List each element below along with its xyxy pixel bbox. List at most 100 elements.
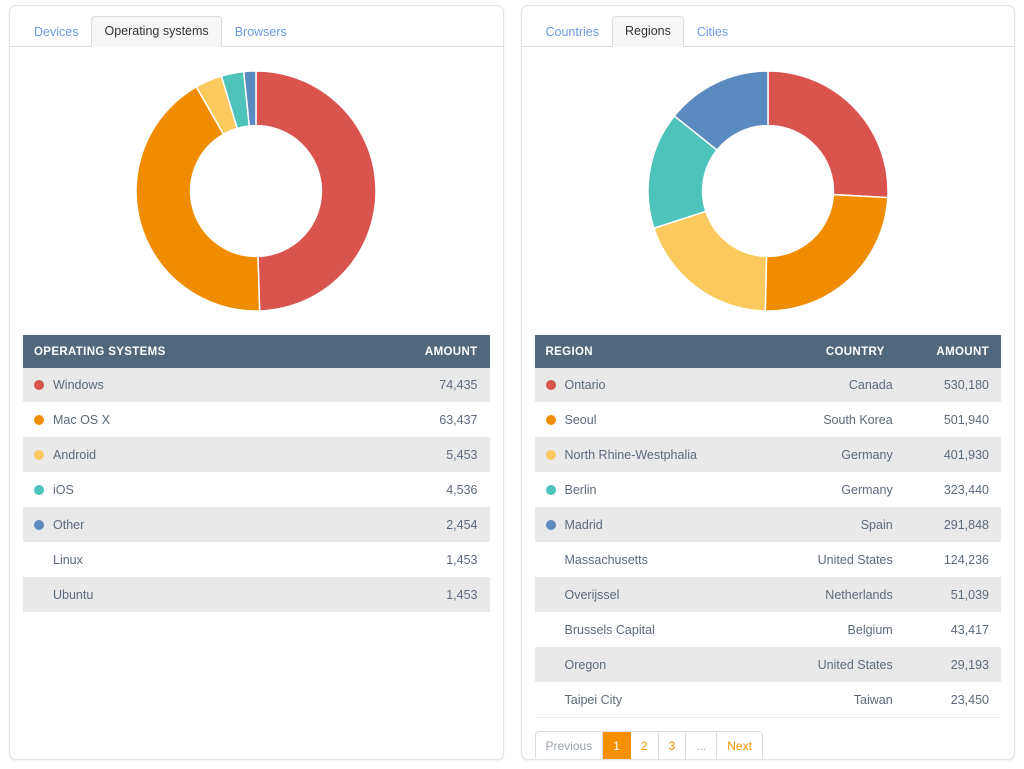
row-label: Berlin	[565, 483, 597, 497]
tab-browsers[interactable]: Browsers	[222, 17, 300, 47]
table-row[interactable]: North Rhine-WestphaliaGermany401,930	[535, 438, 1002, 473]
pagination-3[interactable]: 3	[659, 732, 687, 760]
column-header-country[interactable]: COUNTRY	[772, 335, 896, 368]
cell-name: Android	[23, 438, 335, 473]
row-label: iOS	[53, 483, 74, 497]
table-row[interactable]: MadridSpain291,848	[535, 508, 1002, 543]
name-with-legend-dot: Brussels Capital	[546, 623, 763, 637]
name-with-legend-dot: Other	[34, 518, 325, 532]
row-label: Ontario	[565, 378, 606, 392]
pagination-next[interactable]: Next	[717, 732, 762, 760]
cell-name: Oregon	[535, 648, 773, 683]
name-with-legend-dot: Android	[34, 448, 325, 462]
table-row[interactable]: OregonUnited States29,193	[535, 648, 1002, 683]
column-header-amount[interactable]: AMOUNT	[897, 335, 1001, 368]
cell-amount: 501,940	[897, 403, 1001, 438]
donut-svg-left	[132, 67, 380, 315]
table-head: OPERATING SYSTEMS AMOUNT	[23, 335, 490, 368]
cell-name: iOS	[23, 473, 335, 508]
row-label: Oregon	[565, 658, 607, 672]
table-header-row: REGION COUNTRY AMOUNT	[535, 335, 1002, 368]
donut-segment-windows[interactable]	[256, 71, 376, 311]
legend-dot-placeholder-icon	[546, 660, 556, 670]
tab-operating-systems[interactable]: Operating systems	[91, 16, 221, 47]
operating-systems-panel: DevicesOperating systemsBrowsers OPERATI…	[9, 5, 504, 760]
name-with-legend-dot: Overijssel	[546, 588, 763, 602]
column-header-region[interactable]: REGION	[535, 335, 773, 368]
table-row[interactable]: Windows 74,435	[23, 368, 490, 403]
tab-regions[interactable]: Regions	[612, 16, 684, 47]
table-row[interactable]: MassachusettsUnited States124,236	[535, 543, 1002, 578]
table-row[interactable]: Android5,453	[23, 438, 490, 473]
cell-country: South Korea	[772, 403, 896, 438]
pagination-previous[interactable]: Previous	[536, 732, 604, 760]
pagination-1[interactable]: 1	[603, 732, 631, 760]
cell-amount: 401,930	[897, 438, 1001, 473]
row-label: Other	[53, 518, 84, 532]
table-row[interactable]: Ubuntu1,453	[23, 578, 490, 613]
table-row[interactable]: Seoul South Korea501,940	[535, 403, 1002, 438]
legend-color-dot-icon	[546, 380, 556, 390]
table-row[interactable]: OverijsselNetherlands51,039	[535, 578, 1002, 613]
row-label: Ubuntu	[53, 588, 93, 602]
column-header-operating-systems[interactable]: OPERATING SYSTEMS	[23, 335, 335, 368]
name-with-legend-dot: Massachusetts	[546, 553, 763, 567]
table-row[interactable]: iOS4,536	[23, 473, 490, 508]
legend-color-dot-icon	[34, 450, 44, 460]
cell-amount: 63,437	[335, 403, 490, 438]
cell-country: Taiwan	[772, 683, 896, 718]
cell-name: Brussels Capital	[535, 613, 773, 648]
right-tab-bar: CountriesRegionsCities	[522, 6, 1015, 47]
table-row[interactable]: Linux1,453	[23, 543, 490, 578]
legend-color-dot-icon	[34, 380, 44, 390]
cell-name: Overijssel	[535, 578, 773, 613]
cell-amount: 23,450	[897, 683, 1001, 718]
name-with-legend-dot: Windows	[34, 378, 325, 392]
tab-countries[interactable]: Countries	[533, 17, 613, 47]
cell-name: North Rhine-Westphalia	[535, 438, 773, 473]
cell-name: Ontario	[535, 368, 773, 403]
cell-name: Seoul	[535, 403, 773, 438]
pagination-2[interactable]: 2	[631, 732, 659, 760]
cell-amount: 124,236	[897, 543, 1001, 578]
table-row[interactable]: OntarioCanada530,180	[535, 368, 1002, 403]
legend-dot-placeholder-icon	[34, 555, 44, 565]
cell-amount: 43,417	[897, 613, 1001, 648]
name-with-legend-dot: North Rhine-Westphalia	[546, 448, 763, 462]
table-row[interactable]: BerlinGermany323,440	[535, 473, 1002, 508]
name-with-legend-dot: Ontario	[546, 378, 763, 392]
operating-systems-donut-chart	[10, 47, 503, 335]
cell-amount: 2,454	[335, 508, 490, 543]
cell-name: Ubuntu	[23, 578, 335, 613]
donut-segment-north-rhine-westphalia[interactable]	[654, 211, 767, 311]
table-row[interactable]: Brussels CapitalBelgium43,417	[535, 613, 1002, 648]
cell-country: Spain	[772, 508, 896, 543]
donut-segment-ontario[interactable]	[768, 71, 888, 198]
name-with-legend-dot: Taipei City	[546, 693, 763, 707]
table-row[interactable]: Other 2,454	[23, 508, 490, 543]
cell-name: Windows	[23, 368, 335, 403]
row-label: Taipei City	[565, 693, 623, 707]
donut-segment-seoul[interactable]	[765, 195, 888, 311]
operating-systems-table-wrap: OPERATING SYSTEMS AMOUNT Windows 74,435Ma…	[23, 335, 490, 613]
table-row[interactable]: Mac OS X63,437	[23, 403, 490, 438]
cell-country: United States	[772, 648, 896, 683]
cell-name: Massachusetts	[535, 543, 773, 578]
name-with-legend-dot: Berlin	[546, 483, 763, 497]
table-head: REGION COUNTRY AMOUNT	[535, 335, 1002, 368]
cell-name: Madrid	[535, 508, 773, 543]
dashboard-root: DevicesOperating systemsBrowsers OPERATI…	[0, 0, 1024, 769]
legend-color-dot-icon	[546, 450, 556, 460]
name-with-legend-dot: Seoul	[546, 413, 763, 427]
table-body: Windows74,435Mac OS X63,437Android5,453i…	[23, 368, 490, 613]
cell-amount: 74,435	[335, 368, 490, 403]
cell-country: Canada	[772, 368, 896, 403]
name-with-legend-dot: Oregon	[546, 658, 763, 672]
tab-devices[interactable]: Devices	[21, 17, 91, 47]
cell-name: Berlin	[535, 473, 773, 508]
tab-cities[interactable]: Cities	[684, 17, 741, 47]
table-row[interactable]: Taipei City Taiwan23,450	[535, 683, 1002, 718]
row-label: Massachusetts	[565, 553, 648, 567]
column-header-amount[interactable]: AMOUNT	[335, 335, 490, 368]
regions-donut-chart	[522, 47, 1015, 335]
